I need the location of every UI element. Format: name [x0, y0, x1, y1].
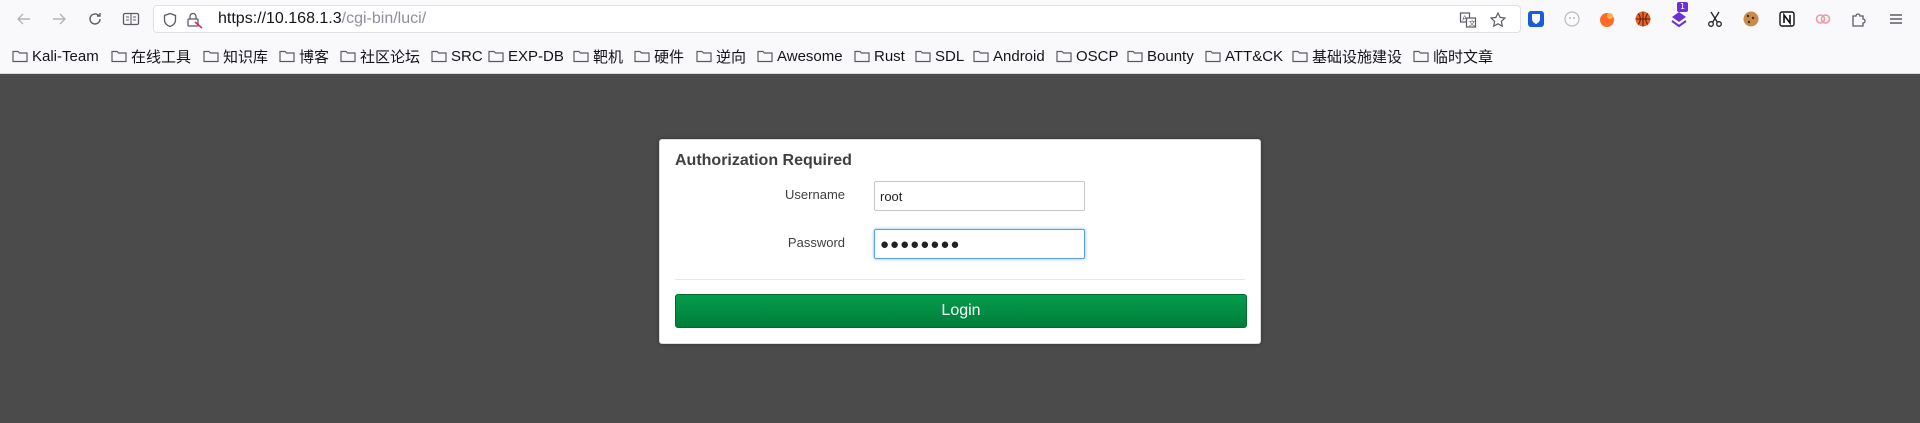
bookmark-folder[interactable]: Android [973, 46, 1045, 66]
bookmark-folder[interactable]: 临时文章 [1413, 46, 1493, 66]
bookmark-label: Awesome [777, 47, 843, 65]
username-input[interactable] [874, 181, 1085, 211]
url-bar[interactable]: https://10.168.1.3/cgi-bin/luci/ A文 [153, 5, 1521, 33]
bookmark-star-icon[interactable] [1488, 10, 1508, 30]
folder-icon [431, 50, 447, 63]
bookmark-folder[interactable]: Rust [854, 46, 905, 66]
bookmark-label: EXP-DB [508, 47, 564, 65]
svg-text:A: A [1462, 15, 1467, 23]
password-label: Password [787, 235, 845, 250]
folder-icon [854, 50, 870, 63]
bookmark-label: Android [993, 47, 1045, 65]
bookmark-label: OSCP [1076, 47, 1119, 65]
url-text[interactable]: https://10.168.1.3/cgi-bin/luci/ [218, 10, 426, 28]
bookmark-folder[interactable]: 博客 [279, 46, 329, 66]
panel-title: Authorization Required [675, 152, 852, 169]
bookmark-folder[interactable]: Bounty [1127, 46, 1194, 66]
folder-icon [340, 50, 356, 63]
bookmark-folder[interactable]: 在线工具 [111, 46, 191, 66]
folder-icon [973, 50, 989, 63]
bookmark-folder[interactable]: ATT&CK [1205, 46, 1283, 66]
link-extension-icon[interactable] [1812, 8, 1834, 30]
bookmark-folder[interactable]: SDL [915, 46, 964, 66]
bookmark-label: ATT&CK [1225, 47, 1284, 65]
bookmark-folder[interactable]: EXP-DB [488, 46, 564, 66]
folder-icon [279, 50, 295, 63]
insecure-lock-icon[interactable] [184, 10, 204, 30]
folder-icon [203, 50, 219, 63]
folder-icon [696, 50, 712, 63]
bookmark-label: Kali-Team [32, 47, 99, 65]
bitwarden-icon[interactable] [1525, 8, 1547, 30]
bookmark-folder[interactable]: Awesome [757, 46, 843, 66]
bookmark-folder[interactable]: 硬件 [634, 46, 684, 66]
login-panel: Authorization Required Username Password… [659, 139, 1261, 344]
bookmark-label: SDL [935, 47, 965, 65]
divider [675, 279, 1245, 280]
bookmark-folder[interactable]: 靶机 [573, 46, 623, 66]
folder-icon [1413, 50, 1429, 63]
login-button[interactable]: Login [675, 294, 1247, 328]
browser-toolbar: https://10.168.1.3/cgi-bin/luci/ A文 1 [0, 0, 1920, 38]
arrow-right-icon [53, 13, 66, 25]
bookmark-label: 知识库 [223, 48, 269, 66]
bookmark-folder[interactable]: 知识库 [203, 46, 268, 66]
folder-icon [1205, 50, 1221, 63]
folder-icon [634, 50, 650, 63]
folder-icon [12, 50, 28, 63]
folder-icon [111, 50, 127, 63]
arrow-left-icon [17, 13, 30, 25]
ghost-extension-icon[interactable] [1561, 8, 1583, 30]
extensions-puzzle-icon[interactable] [1848, 8, 1870, 30]
reload-button[interactable] [81, 5, 109, 33]
folder-icon [573, 50, 589, 63]
url-path: /cgi-bin/luci/ [341, 10, 427, 27]
translate-icon[interactable]: A文 [1458, 10, 1478, 30]
orange-extension-icon[interactable] [1596, 8, 1618, 30]
extension-badge: 1 [1677, 2, 1689, 12]
bookmark-label: 逆向 [716, 48, 747, 66]
folder-icon [757, 50, 773, 63]
pocket-extension-icon[interactable]: 1 [1668, 2, 1690, 30]
folder-icon [1292, 50, 1308, 63]
basketball-extension-icon[interactable] [1632, 8, 1654, 30]
bookmark-folder[interactable]: 社区论坛 [340, 46, 420, 66]
reload-icon [89, 13, 101, 25]
bookmark-folder[interactable]: 逆向 [696, 46, 746, 66]
folder-icon [1056, 50, 1072, 63]
username-label: Username [785, 187, 845, 202]
notion-icon[interactable] [1776, 8, 1798, 30]
bookmark-folder[interactable]: SRC [431, 46, 483, 66]
bookmark-label: 临时文章 [1433, 48, 1494, 66]
bookmark-label: 硬件 [654, 48, 685, 66]
folder-icon [1127, 50, 1143, 63]
folder-icon [915, 50, 931, 63]
scissors-icon[interactable] [1704, 8, 1726, 30]
bookmark-label: 社区论坛 [360, 48, 421, 66]
bookmark-label: Rust [874, 47, 905, 65]
bookmark-label: Bounty [1147, 47, 1194, 65]
bookmark-folder[interactable]: 基础设施建设 [1292, 46, 1402, 66]
bookmark-folder[interactable]: Kali-Team [12, 46, 99, 66]
bookmark-label: 靶机 [593, 48, 624, 66]
cookie-icon[interactable] [1740, 8, 1762, 30]
bookmarks-toolbar: Kali-Team 在线工具 知识库 博客 社区论坛 SRC EXP-DB 靶机… [0, 38, 1920, 74]
shield-icon[interactable] [160, 10, 180, 30]
password-input[interactable] [874, 229, 1085, 259]
bookmark-label: 博客 [299, 48, 330, 66]
menu-icon[interactable] [1885, 8, 1907, 30]
bookmark-label: 基础设施建设 [1312, 48, 1403, 66]
reader-view-icon [122, 12, 140, 26]
reader-view-button[interactable] [117, 5, 145, 33]
bookmark-folder[interactable]: OSCP [1056, 46, 1119, 66]
folder-icon [488, 50, 504, 63]
bookmark-label: 在线工具 [131, 48, 192, 66]
back-button[interactable] [10, 5, 38, 33]
forward-button[interactable] [45, 5, 73, 33]
svg-text:文: 文 [1469, 19, 1476, 28]
url-host: https://10.168.1.3 [218, 10, 342, 27]
bookmark-label: SRC [451, 47, 483, 65]
